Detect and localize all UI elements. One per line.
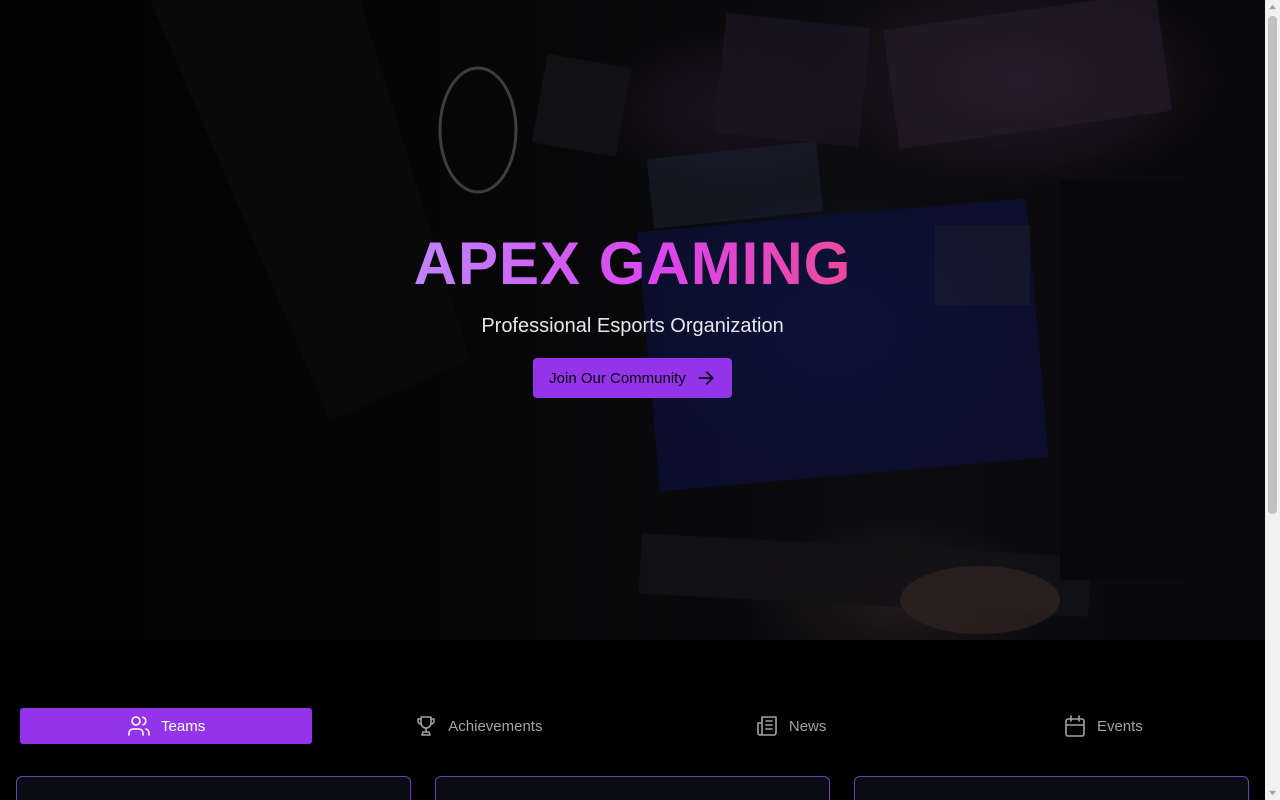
- tab-news-label: News: [788, 717, 827, 735]
- calendar-icon: [1065, 715, 1085, 737]
- tab-achievements-label: Achievements: [448, 717, 543, 735]
- hero-subtitle: Professional Esports Organization: [481, 315, 784, 337]
- users-icon: [128, 716, 150, 736]
- tab-teams-label: Teams: [161, 717, 206, 735]
- hero-section: APEX GAMING Professional Esports Organiz…: [0, 0, 1265, 640]
- team-card[interactable]: [16, 776, 411, 800]
- hero-content: APEX GAMING Professional Esports Organiz…: [0, 0, 1265, 640]
- scroll-up-arrow-icon[interactable]: [1268, 3, 1277, 12]
- page-scrollbar[interactable]: [1265, 0, 1280, 800]
- team-cards: [16, 776, 1249, 800]
- join-community-label: Join Our Community: [549, 369, 686, 387]
- team-card[interactable]: [435, 776, 830, 800]
- newspaper-icon: [757, 716, 777, 736]
- team-card[interactable]: [854, 776, 1249, 800]
- tab-news[interactable]: News: [645, 708, 937, 744]
- join-community-button[interactable]: Join Our Community: [533, 358, 732, 398]
- tab-events[interactable]: Events: [957, 708, 1249, 744]
- tab-teams[interactable]: Teams: [20, 708, 313, 744]
- section-tabs: Teams Achievements News Events: [20, 708, 1249, 744]
- tab-events-label: Events: [1096, 717, 1143, 735]
- hero-title: APEX GAMING: [413, 230, 852, 297]
- arrow-right-icon: [698, 371, 714, 385]
- tab-achievements[interactable]: Achievements: [332, 708, 624, 744]
- trophy-icon: [417, 716, 436, 736]
- scrollbar-thumb[interactable]: [1268, 16, 1277, 514]
- scroll-down-arrow-icon[interactable]: [1268, 788, 1277, 797]
